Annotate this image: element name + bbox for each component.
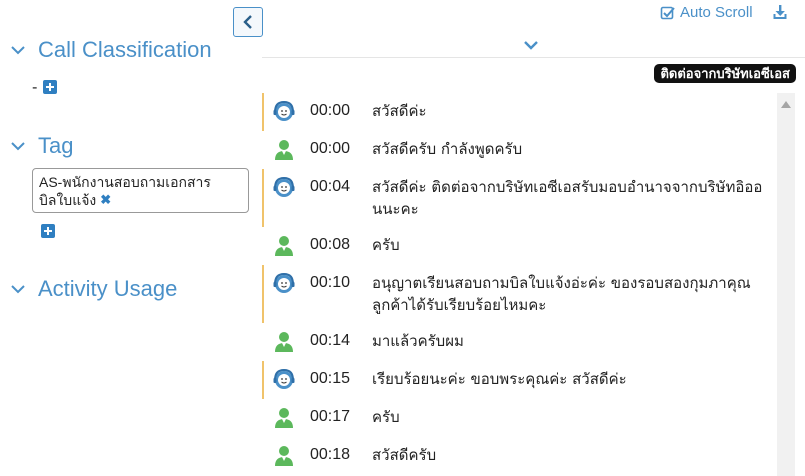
expand-toggle[interactable] [523, 37, 539, 56]
message-text: เรียบร้อยนะค่ะ ขอบพระคุณค่ะ สวัสดีค่ะ [372, 370, 627, 388]
chevron-down-icon [524, 41, 538, 50]
download-icon [773, 5, 787, 19]
message-timestamp[interactable]: 00:04 [310, 169, 372, 227]
download-button[interactable] [772, 4, 788, 24]
customer-avatar-icon [272, 233, 296, 257]
customer-avatar-icon [272, 329, 296, 353]
transcript-row: 00:10 อนุญาตเรียนสอบถามบิลใบแจ้งอ่ะค่ะ ขอ… [262, 265, 774, 323]
message-text: สวัสดีครับ [372, 446, 437, 464]
agent-avatar-icon [272, 99, 296, 123]
message-timestamp[interactable]: 00:08 [310, 227, 372, 265]
company-label: ติดต่อจากบริษัทเอซีเอส [654, 64, 796, 83]
transcript-row: 00:18 สวัสดีครับ [262, 437, 774, 475]
checkbox-checked-icon[interactable] [660, 5, 676, 21]
transcript-row: 00:14 มาแล้วครับผม [262, 323, 774, 361]
message-text: สวัสดีค่ะ ติดต่อจากบริษัทเอซีเอสรับมอบอำ… [372, 178, 763, 218]
tag-chip: AS-พนักงานสอบถามเอกสาร บิลใบแจ้ง ✖ [32, 168, 249, 213]
transcript-row: 00:17 ครับ [262, 399, 774, 437]
message-timestamp[interactable]: 00:10 [310, 265, 372, 323]
agent-avatar-icon [272, 175, 296, 199]
scrollbar[interactable] [777, 93, 795, 476]
section-title-call-classification: Call Classification [38, 37, 212, 62]
chevron-left-icon [243, 15, 252, 29]
tag-header[interactable]: Tag [10, 133, 73, 159]
section-title-activity-usage: Activity Usage [38, 276, 178, 301]
message-timestamp[interactable]: 00:00 [310, 131, 372, 169]
divider [262, 57, 805, 58]
add-tag-button[interactable] [41, 224, 55, 238]
message-text: ครับ [372, 408, 400, 426]
call-classification-value: - [32, 78, 38, 96]
collapse-panel-button[interactable] [233, 7, 263, 37]
customer-avatar-icon [272, 405, 296, 429]
message-timestamp[interactable]: 00:00 [310, 93, 372, 131]
message-text: ครับ [372, 236, 400, 254]
transcript-panel: Auto Scroll ติดต่อจากบริษัทเอซีเอส 00:00… [262, 0, 805, 476]
transcript-row: 00:00 สวัสดีค่ะ [262, 93, 774, 131]
tag-label-line1: AS-พนักงานสอบถามเอกสาร [39, 174, 211, 190]
activity-usage-header[interactable]: Activity Usage [10, 276, 177, 302]
remove-tag-icon[interactable]: ✖ [100, 191, 111, 209]
call-classification-header[interactable]: Call Classification [10, 37, 212, 63]
chevron-down-icon [11, 285, 25, 294]
customer-avatar-icon [272, 443, 296, 467]
transcript-row: 00:08 ครับ [262, 227, 774, 265]
message-text: มาแล้วครับผม [372, 332, 464, 350]
scroll-up-arrow[interactable] [781, 101, 791, 108]
message-timestamp[interactable]: 00:14 [310, 323, 372, 361]
transcript-row: 00:00 สวัสดีครับ กำลังพูดครับ [262, 131, 774, 169]
transcript-row: 00:15 เรียบร้อยนะค่ะ ขอบพระคุณค่ะ สวัสดีค… [262, 361, 774, 399]
message-text: สวัสดีครับ กำลังพูดครับ [372, 140, 523, 158]
customer-avatar-icon [272, 137, 296, 161]
section-title-tag: Tag [38, 133, 74, 158]
auto-scroll-toggle[interactable]: Auto Scroll [660, 4, 753, 21]
chevron-down-icon [11, 142, 25, 151]
message-text: อนุญาตเรียนสอบถามบิลใบแจ้งอ่ะค่ะ ของรอบส… [372, 274, 751, 314]
message-text: สวัสดีค่ะ [372, 102, 427, 120]
transcript-row: 00:04 สวัสดีค่ะ ติดต่อจากบริษัทเอซีเอสรับ… [262, 169, 774, 227]
chevron-down-icon [11, 46, 25, 55]
auto-scroll-label: Auto Scroll [680, 4, 753, 21]
message-timestamp[interactable]: 00:17 [310, 399, 372, 437]
agent-avatar-icon [272, 271, 296, 295]
message-timestamp[interactable]: 00:15 [310, 361, 372, 399]
agent-avatar-icon [272, 367, 296, 391]
call-classification-row: - [32, 78, 58, 96]
app-root: Call Classification - Tag AS-พนักงานสอบถ… [0, 0, 805, 476]
left-panel: Call Classification - Tag AS-พนักงานสอบถ… [0, 0, 263, 476]
tag-label-line2: บิลใบแจ้ง [39, 192, 97, 208]
add-classification-button[interactable] [43, 80, 58, 94]
message-timestamp[interactable]: 00:18 [310, 437, 372, 475]
